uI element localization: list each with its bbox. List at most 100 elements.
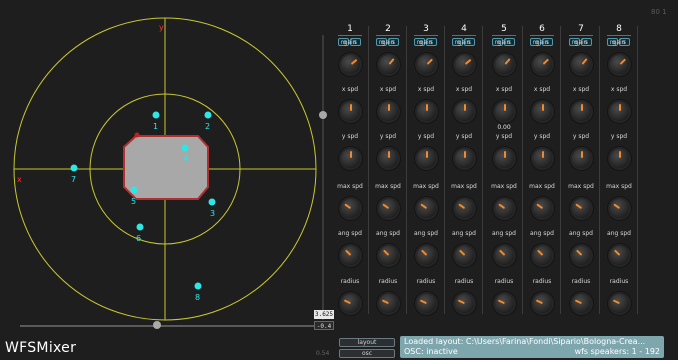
knob-indicator — [426, 58, 434, 65]
xspd-knob[interactable] — [572, 102, 591, 121]
maxspd-knob[interactable] — [495, 199, 514, 218]
xspd-knob[interactable] — [455, 102, 474, 121]
strip-separator — [482, 26, 483, 314]
source-marker[interactable] — [136, 223, 144, 231]
sound-source[interactable]: 8 — [194, 282, 202, 303]
sound-source[interactable]: 7 — [70, 164, 78, 185]
osc-button[interactable]: osc — [339, 349, 395, 358]
zoom-slider-track[interactable] — [322, 35, 324, 320]
wfs-field[interactable]: y x 1 2 3 4 5 6 7 8 — [0, 0, 340, 360]
xspd-knob[interactable] — [379, 102, 398, 121]
radius-knob[interactable] — [417, 294, 436, 313]
radius-knob[interactable] — [379, 294, 398, 313]
yspd-knob[interactable] — [533, 149, 552, 168]
time-slider-handle[interactable] — [153, 321, 161, 329]
sound-source[interactable]: 2 — [204, 111, 212, 132]
radius-label: radius — [494, 278, 514, 285]
angspd-knob[interactable] — [417, 246, 436, 265]
gain-knob[interactable] — [610, 55, 629, 74]
yspd-label: y spd — [572, 133, 590, 140]
gain-knob[interactable] — [341, 55, 360, 74]
maxspd-knob[interactable] — [341, 199, 360, 218]
source-marker[interactable] — [70, 164, 78, 172]
source-marker[interactable] — [130, 186, 138, 194]
maxspd-knob[interactable] — [610, 199, 629, 218]
knob-indicator — [542, 151, 544, 158]
yspd-knob[interactable] — [610, 149, 629, 168]
gain-knob[interactable] — [495, 55, 514, 74]
maxspd-knob[interactable] — [417, 199, 436, 218]
stage-anchor-handle[interactable] — [134, 132, 140, 138]
axis-label-x: x — [17, 175, 22, 184]
angspd-label: ang spd — [492, 230, 516, 237]
gain-knob[interactable] — [455, 55, 474, 74]
radius-knob[interactable] — [455, 294, 474, 313]
radius-knob[interactable] — [610, 294, 629, 313]
radius-knob[interactable] — [341, 294, 360, 313]
strip-separator — [368, 26, 369, 314]
yspd-knob[interactable] — [341, 149, 360, 168]
maxspd-knob[interactable] — [379, 199, 398, 218]
knob-indicator — [612, 299, 620, 305]
source-marker[interactable] — [194, 282, 202, 290]
xspd-label: x spd — [379, 86, 397, 93]
radius-knob[interactable] — [572, 294, 591, 313]
gain-knob[interactable] — [379, 55, 398, 74]
sound-source[interactable]: 4 — [181, 144, 189, 164]
angspd-knob[interactable] — [379, 246, 398, 265]
knob-indicator — [542, 104, 544, 111]
angspd-label: ang spd — [376, 230, 400, 237]
channel-divider — [338, 35, 362, 36]
knob-indicator — [574, 299, 582, 305]
maxspd-knob[interactable] — [572, 199, 591, 218]
xspd-knob[interactable] — [495, 102, 514, 121]
gain-knob[interactable] — [572, 55, 591, 74]
source-marker[interactable] — [208, 198, 216, 206]
speaker-range-text: wfs speakers: 1 - 192 — [574, 347, 660, 356]
offset-input[interactable]: -0.4 — [314, 321, 334, 330]
angspd-knob[interactable] — [610, 246, 629, 265]
radius-knob[interactable] — [495, 294, 514, 313]
yspd-knob[interactable] — [455, 149, 474, 168]
angspd-knob[interactable] — [495, 246, 514, 265]
layout-button[interactable]: layout — [339, 338, 395, 347]
xspd-knob[interactable] — [533, 102, 552, 121]
channel-divider — [376, 35, 400, 36]
source-label: 1 — [153, 122, 158, 131]
radius-knob[interactable] — [533, 294, 552, 313]
maxspd-knob[interactable] — [455, 199, 474, 218]
gain-label: gain — [381, 39, 395, 46]
yspd-knob[interactable] — [417, 149, 436, 168]
yspd-knob[interactable] — [379, 149, 398, 168]
radius-label: radius — [571, 278, 591, 285]
sound-source[interactable]: 1 — [152, 111, 160, 132]
source-label: 3 — [210, 209, 215, 218]
maxspd-label: max spd — [451, 183, 477, 190]
source-marker[interactable] — [204, 111, 212, 119]
gain-knob[interactable] — [417, 55, 436, 74]
knob-indicator — [498, 249, 506, 256]
knob-indicator — [581, 58, 588, 65]
yspd-knob[interactable] — [495, 149, 514, 168]
source-marker[interactable] — [152, 111, 160, 119]
channel-strip-2: 2 m s gain x spd y spd max spd ang spd radius — [370, 24, 406, 316]
maxspd-label: max spd — [491, 183, 517, 190]
channel-number: 8 — [616, 24, 622, 34]
source-marker[interactable] — [181, 144, 189, 152]
sound-source[interactable]: 3 — [208, 198, 216, 219]
xspd-knob[interactable] — [417, 102, 436, 121]
channel-number: 6 — [539, 24, 545, 34]
angspd-knob[interactable] — [533, 246, 552, 265]
zoom-slider-handle[interactable] — [319, 111, 327, 119]
xspd-knob[interactable] — [341, 102, 360, 121]
knob-indicator — [426, 104, 428, 111]
gain-knob[interactable] — [533, 55, 552, 74]
time-slider-track[interactable] — [20, 325, 320, 327]
xspd-knob[interactable] — [610, 102, 629, 121]
channel-strip-7: 7 m s gain x spd y spd max spd ang spd radius — [563, 24, 599, 316]
yspd-knob[interactable] — [572, 149, 591, 168]
maxspd-knob[interactable] — [533, 199, 552, 218]
angspd-knob[interactable] — [572, 246, 591, 265]
angspd-knob[interactable] — [341, 246, 360, 265]
angspd-knob[interactable] — [455, 246, 474, 265]
